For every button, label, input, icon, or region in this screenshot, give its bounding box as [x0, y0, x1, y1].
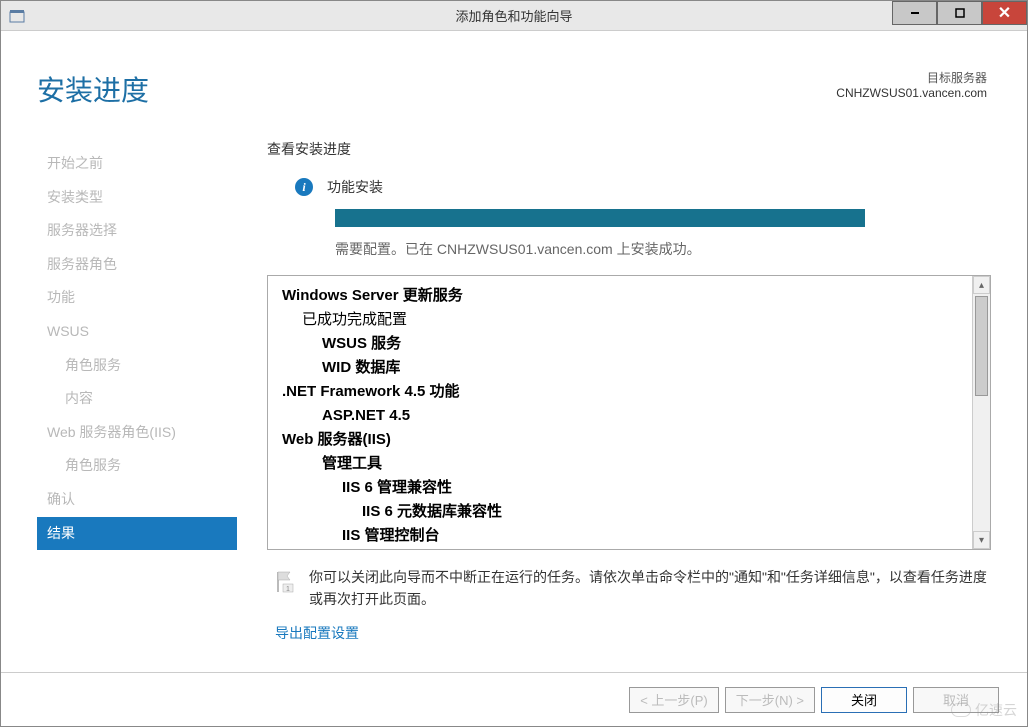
close-icon: ✕	[998, 3, 1011, 23]
sidebar: 开始之前 安装类型 服务器选择 服务器角色 功能 WSUS 角色服务 内容 We…	[37, 139, 237, 643]
footer: < 上一步(P) 下一步(N) > 关闭 取消	[1, 672, 1027, 726]
header: 安装进度 目标服务器 CNHZWSUS01.vancen.com	[1, 31, 1027, 119]
svg-text:1: 1	[286, 586, 290, 593]
nav-content: 内容	[37, 382, 237, 416]
close-wizard-button[interactable]: 关闭	[821, 687, 907, 713]
dest-label: 目标服务器	[836, 69, 987, 86]
section-title: 查看安装进度	[267, 139, 991, 159]
nav-confirmation: 确认	[37, 483, 237, 517]
result-line: IIS 6 管理兼容性	[282, 476, 976, 500]
nav-role-services-1: 角色服务	[37, 349, 237, 383]
result-line: 管理工具	[282, 452, 976, 476]
status-row: i 功能安装	[267, 177, 991, 197]
export-config-link[interactable]: 导出配置设置	[267, 623, 991, 643]
scroll-up-button[interactable]: ▴	[973, 276, 990, 294]
progress-bar	[335, 209, 865, 227]
status-label: 功能安装	[327, 177, 383, 197]
result-line: IIS 管理控制台	[282, 524, 976, 548]
result-line: Windows Server 更新服务	[282, 284, 976, 308]
result-line: 已成功完成配置	[282, 308, 976, 332]
nav-features: 功能	[37, 281, 237, 315]
result-line: IIS 6 元数据库兼容性	[282, 500, 976, 524]
app-icon	[9, 8, 25, 24]
results-box: Windows Server 更新服务 已成功完成配置 WSUS 服务 WID …	[267, 275, 991, 550]
flag-icon: 1	[275, 570, 295, 592]
nav-web-server-iis: Web 服务器角色(IIS)	[37, 416, 237, 450]
cancel-button: 取消	[913, 687, 999, 713]
close-button[interactable]: ✕	[982, 1, 1027, 25]
info-icon: i	[295, 178, 313, 196]
nav-role-services-2: 角色服务	[37, 449, 237, 483]
scroll-thumb[interactable]	[975, 296, 988, 396]
next-button: 下一步(N) >	[725, 687, 815, 713]
destination-server: 目标服务器 CNHZWSUS01.vancen.com	[836, 69, 987, 100]
nav-server-selection: 服务器选择	[37, 214, 237, 248]
note-text: 你可以关闭此向导而不中断正在运行的任务。请依次单击命令栏中的"通知"和"任务详细…	[309, 566, 991, 611]
result-line: ASP.NET 4.5	[282, 404, 976, 428]
result-line: .NET Framework 4.5 功能	[282, 380, 976, 404]
results-list: Windows Server 更新服务 已成功完成配置 WSUS 服务 WID …	[268, 276, 990, 550]
titlebar: 添加角色和功能向导 ✕	[1, 1, 1027, 31]
nav-install-type: 安装类型	[37, 181, 237, 215]
nav-server-roles: 服务器角色	[37, 248, 237, 282]
page-heading: 安装进度	[37, 69, 149, 109]
dest-name: CNHZWSUS01.vancen.com	[836, 86, 987, 100]
content: 安装进度 目标服务器 CNHZWSUS01.vancen.com 开始之前 安装…	[1, 31, 1027, 726]
result-line: WID 数据库	[282, 356, 976, 380]
nav-before-you-begin: 开始之前	[37, 147, 237, 181]
prev-button: < 上一步(P)	[629, 687, 719, 713]
scrollbar[interactable]: ▴ ▾	[972, 276, 990, 549]
result-line: Web 服务器(IIS)	[282, 428, 976, 452]
status-message: 需要配置。已在 CNHZWSUS01.vancen.com 上安装成功。	[267, 239, 991, 259]
window-controls: ✕	[892, 1, 1027, 30]
nav-wsus: WSUS	[37, 315, 237, 349]
nav-results[interactable]: 结果	[37, 517, 237, 551]
maximize-button[interactable]	[937, 1, 982, 25]
minimize-button[interactable]	[892, 1, 937, 25]
scroll-down-button[interactable]: ▾	[973, 531, 990, 549]
note-row: 1 你可以关闭此向导而不中断正在运行的任务。请依次单击命令栏中的"通知"和"任务…	[267, 566, 991, 611]
main-panel: 查看安装进度 i 功能安装 需要配置。已在 CNHZWSUS01.vancen.…	[237, 139, 991, 643]
result-line: WSUS 服务	[282, 332, 976, 356]
window-title: 添加角色和功能向导	[455, 6, 572, 25]
body: 开始之前 安装类型 服务器选择 服务器角色 功能 WSUS 角色服务 内容 We…	[1, 119, 1027, 643]
